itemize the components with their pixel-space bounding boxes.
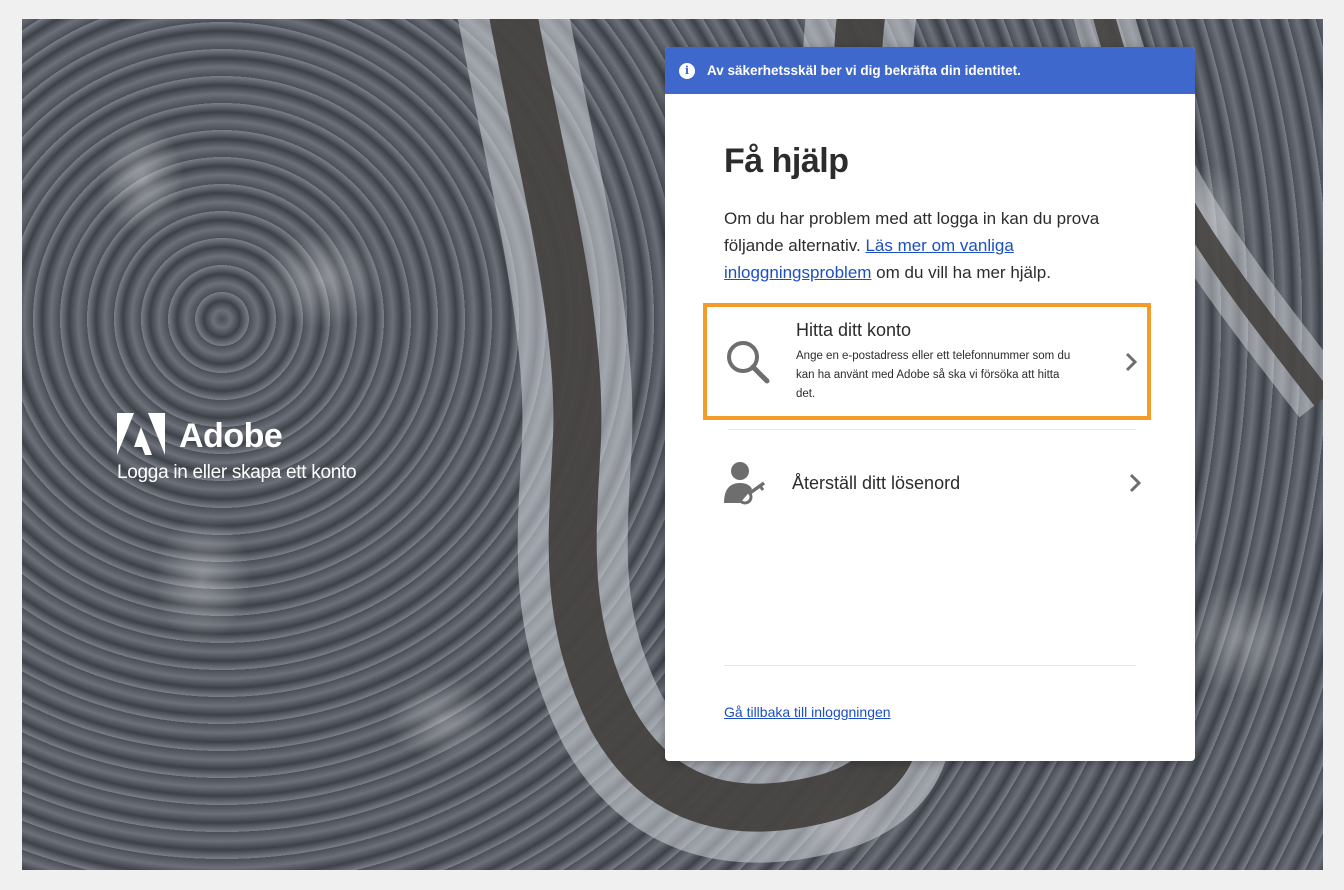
option-divider <box>728 429 1136 430</box>
reset-password-option[interactable]: Återställ ditt lösenord <box>703 447 1151 519</box>
find-account-option[interactable]: Hitta ditt konto Ange en e-postadress el… <box>703 303 1151 420</box>
brand-tagline: Logga in eller skapa ett konto <box>117 462 357 483</box>
brand-name: Adobe <box>179 417 283 455</box>
help-card: i Av säkerhetsskäl ber vi dig bekräfta d… <box>665 47 1195 761</box>
search-icon <box>724 338 772 386</box>
chevron-right-icon <box>1127 471 1143 495</box>
info-icon: i <box>679 62 695 79</box>
security-banner: i Av säkerhetsskäl ber vi dig bekräfta d… <box>665 47 1195 94</box>
find-account-subtitle: Ange en e-postadress eller ett telefonnu… <box>796 349 1071 400</box>
footer-divider <box>724 665 1136 666</box>
find-account-title: Hitta ditt konto <box>796 319 912 340</box>
chevron-right-icon <box>1123 350 1139 374</box>
brand-block: Adobe Logga in eller skapa ett konto <box>117 413 357 484</box>
reset-password-title: Återställ ditt lösenord <box>792 472 961 493</box>
back-to-login-link[interactable]: Gå tillbaka till inloggningen <box>724 704 891 720</box>
description-text-after: om du vill ha mer hjälp. <box>871 263 1051 282</box>
user-key-icon <box>720 459 768 507</box>
adobe-logo-icon <box>117 413 165 460</box>
banner-text: Av säkerhetsskäl ber vi dig bekräfta din… <box>707 63 1021 78</box>
page-title: Få hjälp <box>724 142 849 180</box>
help-description: Om du har problem med att logga in kan d… <box>724 205 1104 286</box>
